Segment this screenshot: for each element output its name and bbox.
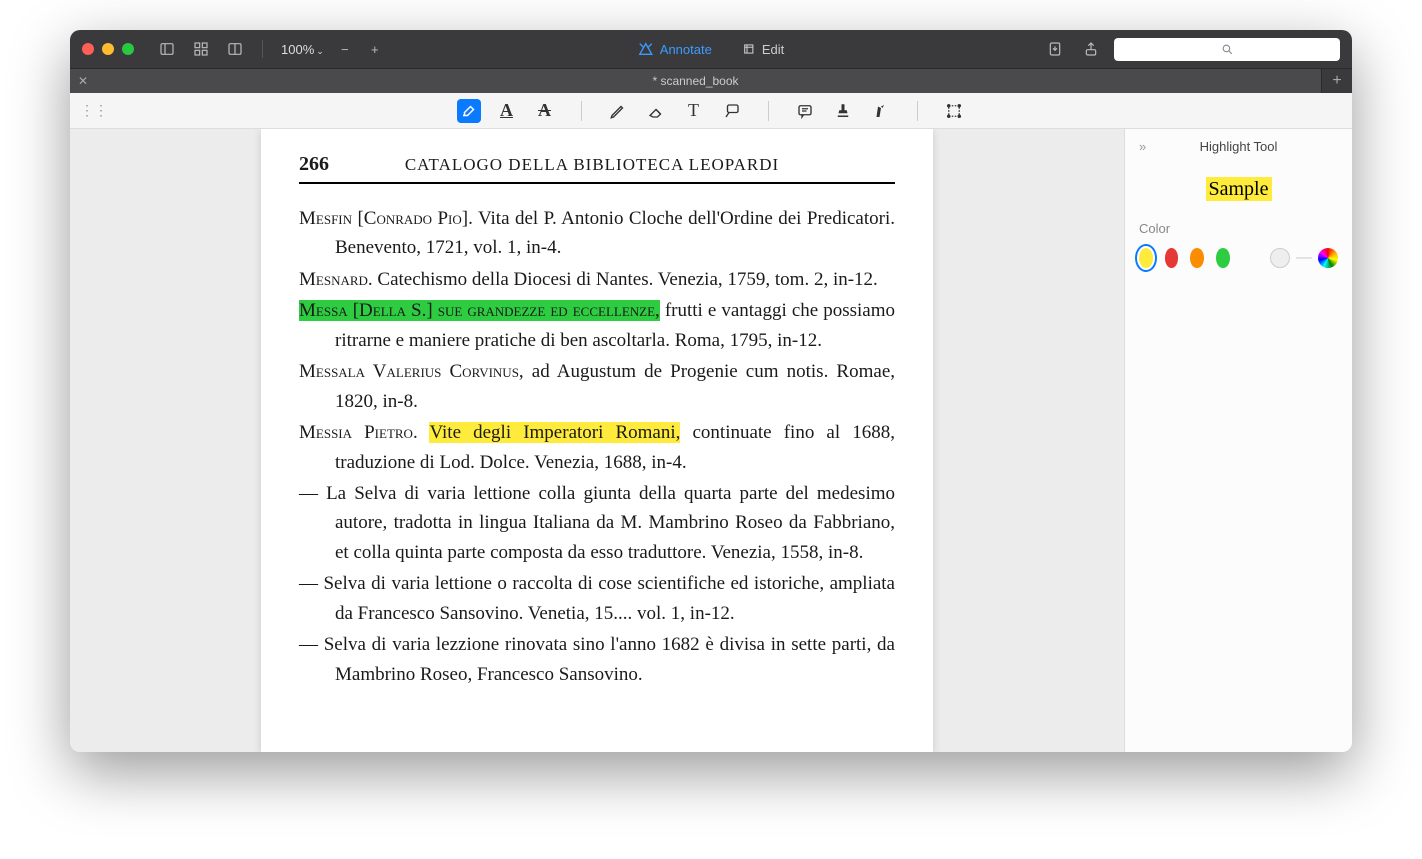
- selection-tool-button[interactable]: [942, 99, 966, 123]
- titlebar-right: [1042, 37, 1340, 61]
- color-swatches: —: [1139, 248, 1338, 268]
- signature-tool-button[interactable]: [869, 99, 893, 123]
- color-green[interactable]: [1216, 248, 1230, 268]
- continuation-dash: —: [299, 634, 318, 655]
- page-number: 266: [299, 153, 329, 176]
- two-page-button[interactable]: [222, 37, 248, 61]
- tab-title: * scanned_book: [652, 74, 738, 88]
- zoom-out-button[interactable]: −: [332, 37, 358, 61]
- edit-mode-button[interactable]: Edit: [742, 42, 784, 57]
- tab-close-button[interactable]: ✕: [78, 74, 88, 88]
- sample-text: Sample: [1206, 177, 1272, 201]
- window-maximize-button[interactable]: [122, 43, 134, 55]
- text-tool-button[interactable]: T: [682, 99, 706, 123]
- catalog-entry: Mesfin [Conrado Pio]. Vita del P. Antoni…: [299, 204, 895, 263]
- highlight-sample: Sample: [1206, 178, 1272, 201]
- entry-text: Selva di varia lezzione rinovata sino l'…: [318, 634, 895, 684]
- catalog-entry: Messala Valerius Corvinus, ad Augustum d…: [299, 357, 895, 416]
- window-close-button[interactable]: [82, 43, 94, 55]
- sidebar-toggle-button[interactable]: [154, 37, 180, 61]
- inspector-sidebar: » Highlight Tool Sample Color —: [1124, 129, 1352, 752]
- app-window: 100%⌄ − + Annotate Edit: [70, 30, 1352, 752]
- entries-list: Mesfin [Conrado Pio]. Vita del P. Antoni…: [299, 204, 895, 689]
- thumbnail-handle[interactable]: ⋮⋮: [80, 102, 108, 119]
- separator: [917, 101, 918, 121]
- new-tab-button[interactable]: +: [1322, 69, 1352, 93]
- author-name: Mesfin [Conrado Pio].: [299, 208, 473, 229]
- separator: [768, 101, 769, 121]
- entry-text: Catechismo della Diocesi di Nantes. Vene…: [373, 269, 878, 290]
- content-area: 266 CATALOGO DELLA BIBLIOTECA LEOPARDI M…: [70, 129, 1352, 752]
- callout-tool-button[interactable]: [720, 99, 744, 123]
- catalog-entry: Messia Pietro. Vite degli Imperatori Rom…: [299, 418, 895, 477]
- mode-switcher: Annotate Edit: [638, 41, 784, 57]
- stamp-tool-button[interactable]: [831, 99, 855, 123]
- color-red[interactable]: [1165, 248, 1179, 268]
- annotation-toolbar: ⋮⋮ A A T: [70, 93, 1352, 129]
- grid-view-button[interactable]: [188, 37, 214, 61]
- document-viewport[interactable]: 266 CATALOGO DELLA BIBLIOTECA LEOPARDI M…: [70, 129, 1124, 752]
- color-none[interactable]: [1270, 248, 1290, 268]
- continuation-dash: —: [299, 573, 318, 594]
- catalog-entry: — Selva di varia lezzione rinovata sino …: [299, 630, 895, 689]
- color-picker-button[interactable]: [1318, 248, 1338, 268]
- highlighted-text[interactable]: Messa [Della S.] sue grandezze ed eccell…: [299, 300, 660, 321]
- catalog-entry: Messa [Della S.] sue grandezze ed eccell…: [299, 296, 895, 355]
- catalog-entry: — La Selva di varia lettione colla giunt…: [299, 479, 895, 567]
- traffic-lights: [82, 43, 134, 55]
- search-input[interactable]: [1114, 38, 1340, 61]
- separator: [581, 101, 582, 121]
- highlight-tool-button[interactable]: [457, 99, 481, 123]
- annotate-mode-button[interactable]: Annotate: [638, 41, 712, 57]
- catalog-entry: Mesnard. Catechismo della Diocesi di Nan…: [299, 265, 895, 294]
- pencil-tool-button[interactable]: [606, 99, 630, 123]
- strikethrough-tool-button[interactable]: A: [533, 99, 557, 123]
- window-minimize-button[interactable]: [102, 43, 114, 55]
- import-button[interactable]: [1042, 37, 1068, 61]
- separator: [262, 40, 263, 58]
- underline-tool-button[interactable]: A: [495, 99, 519, 123]
- highlighted-text[interactable]: Vite degli Imperatori Romani,: [429, 422, 680, 443]
- entry-text: Selva di varia lettione o raccolta di co…: [318, 573, 895, 623]
- color-label: Color: [1139, 221, 1338, 236]
- color-yellow[interactable]: [1139, 248, 1153, 268]
- titlebar: 100%⌄ − + Annotate Edit: [70, 30, 1352, 68]
- color-orange[interactable]: [1190, 248, 1204, 268]
- zoom-in-button[interactable]: +: [362, 37, 388, 61]
- note-tool-button[interactable]: [793, 99, 817, 123]
- sidebar-collapse-button[interactable]: »: [1139, 139, 1146, 154]
- tabbar: ✕ * scanned_book +: [70, 68, 1352, 93]
- document-tab[interactable]: ✕ * scanned_book: [70, 69, 1322, 93]
- page-header: 266 CATALOGO DELLA BIBLIOTECA LEOPARDI: [299, 153, 895, 184]
- entry-text: La Selva di varia lettione colla giunta …: [318, 483, 895, 563]
- zoom-dropdown[interactable]: 100%⌄: [277, 42, 328, 57]
- share-button[interactable]: [1078, 37, 1104, 61]
- catalog-entry: — Selva di varia lettione o raccolta di …: [299, 569, 895, 628]
- author-name: Messia Pietro.: [299, 422, 418, 443]
- document-page: 266 CATALOGO DELLA BIBLIOTECA LEOPARDI M…: [261, 129, 933, 752]
- author-name: Messala Valerius Corvinus,: [299, 361, 524, 382]
- page-title: CATALOGO DELLA BIBLIOTECA LEOPARDI: [329, 155, 895, 175]
- sidebar-title: Highlight Tool: [1200, 139, 1278, 154]
- search-icon: [1221, 43, 1234, 56]
- author-name: Mesnard.: [299, 269, 373, 290]
- continuation-dash: —: [299, 483, 318, 504]
- zoom-control: 100%⌄ − +: [277, 37, 388, 61]
- eraser-tool-button[interactable]: [644, 99, 668, 123]
- annotate-label: Annotate: [660, 42, 712, 57]
- edit-label: Edit: [762, 42, 784, 57]
